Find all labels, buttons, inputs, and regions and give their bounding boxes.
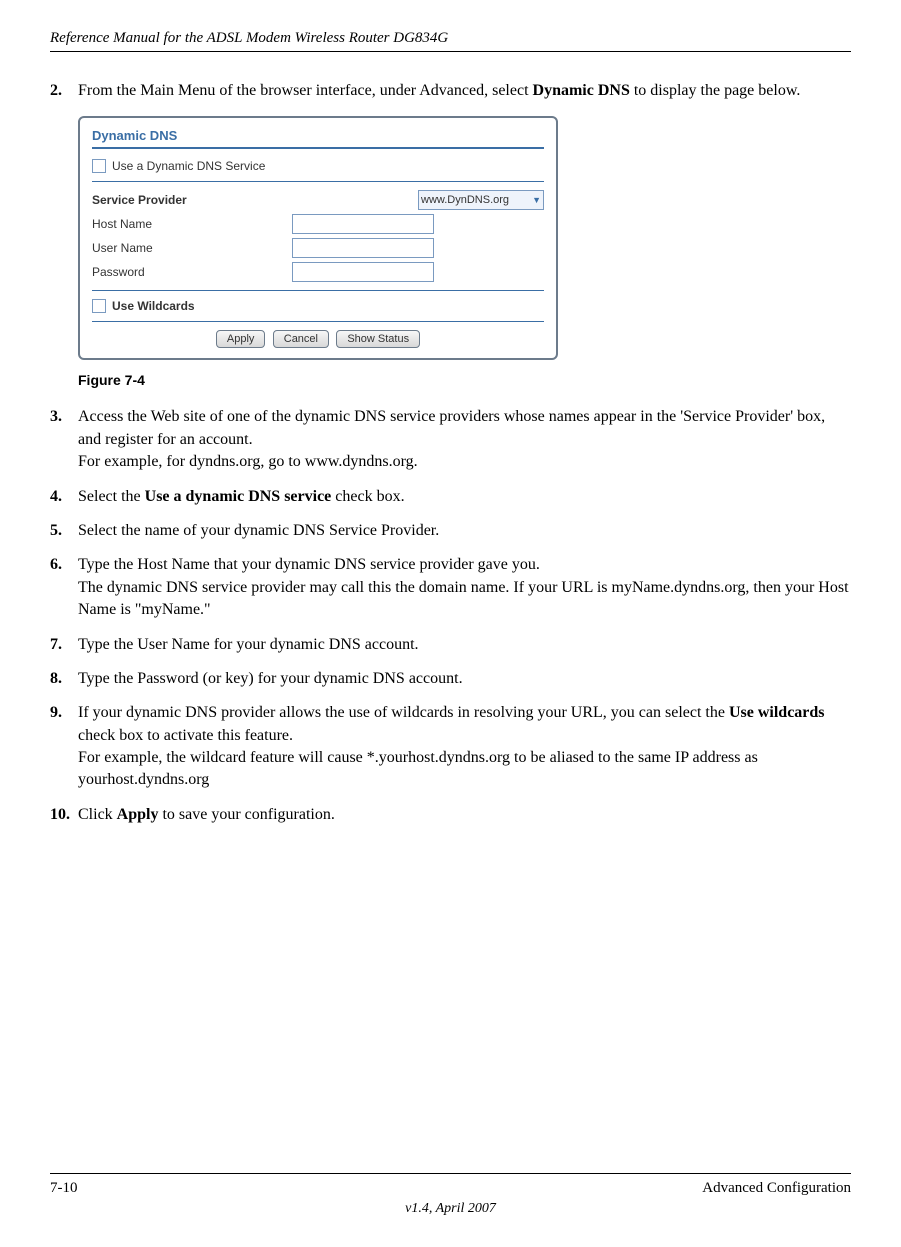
use-dynamic-dns-label: Use a Dynamic DNS Service — [112, 159, 265, 173]
step-8: 8. Type the Password (or key) for your d… — [50, 668, 851, 690]
button-row: Apply Cancel Show Status — [92, 330, 544, 348]
panel-divider — [92, 147, 544, 149]
host-name-row: Host Name — [92, 212, 544, 236]
use-dynamic-dns-row: Use a Dynamic DNS Service — [92, 157, 544, 175]
step-bold: Apply — [117, 806, 159, 823]
step-text-after: to display the page below. — [630, 82, 800, 99]
step-bold: Dynamic DNS — [533, 82, 630, 99]
step-3: 3. Access the Web site of one of the dyn… — [50, 406, 851, 473]
step-5: 5. Select the name of your dynamic DNS S… — [50, 520, 851, 542]
use-wildcards-row: Use Wildcards — [92, 297, 544, 315]
step-line: Type the Host Name that your dynamic DNS… — [78, 556, 540, 573]
password-input[interactable] — [292, 262, 434, 282]
panel-divider — [92, 290, 544, 291]
step-number: 9. — [50, 702, 78, 792]
user-name-label: User Name — [92, 241, 292, 255]
panel-divider — [92, 181, 544, 182]
apply-button[interactable]: Apply — [216, 330, 266, 348]
step-body: Type the Password (or key) for your dyna… — [78, 668, 851, 690]
step-4: 4. Select the Use a dynamic DNS service … — [50, 486, 851, 508]
user-name-input[interactable] — [292, 238, 434, 258]
step-body: From the Main Menu of the browser interf… — [78, 80, 851, 102]
step-body: Select the name of your dynamic DNS Serv… — [78, 520, 851, 542]
service-provider-value: www.DynDNS.org — [421, 194, 509, 206]
step-9: 9. If your dynamic DNS provider allows t… — [50, 702, 851, 792]
step-number: 3. — [50, 406, 78, 473]
chevron-down-icon: ▼ — [532, 195, 541, 205]
page-footer: 7-10 Advanced Configuration v1.4, April … — [50, 1173, 851, 1217]
panel-title: Dynamic DNS — [92, 128, 544, 143]
step-number: 8. — [50, 668, 78, 690]
step-post: check box to activate this feature. — [78, 727, 293, 744]
step-number: 7. — [50, 634, 78, 656]
step-body: Click Apply to save your configuration. — [78, 804, 851, 826]
password-row: Password — [92, 260, 544, 284]
step-body: Select the Use a dynamic DNS service che… — [78, 486, 851, 508]
step-text-before: From the Main Menu of the browser interf… — [78, 82, 533, 99]
dynamic-dns-panel: Dynamic DNS Use a Dynamic DNS Service Se… — [78, 116, 558, 360]
figure-7-4: Dynamic DNS Use a Dynamic DNS Service Se… — [78, 116, 851, 360]
show-status-button[interactable]: Show Status — [336, 330, 420, 348]
step-pre: Select the — [78, 488, 145, 505]
step-number: 10. — [50, 804, 78, 826]
step-pre: Click — [78, 806, 117, 823]
service-provider-label: Service Provider — [92, 193, 292, 207]
step-body: Type the User Name for your dynamic DNS … — [78, 634, 851, 656]
step-7: 7. Type the User Name for your dynamic D… — [50, 634, 851, 656]
step-post: to save your configuration. — [158, 806, 334, 823]
use-wildcards-label: Use Wildcards — [112, 299, 195, 313]
service-provider-row: Service Provider www.DynDNS.org ▼ — [92, 188, 544, 212]
step-number: 2. — [50, 80, 78, 102]
footer-section: Advanced Configuration — [702, 1180, 851, 1197]
step-10: 10. Click Apply to save your configurati… — [50, 804, 851, 826]
footer-rule — [50, 1173, 851, 1174]
use-wildcards-checkbox[interactable] — [92, 299, 106, 313]
password-label: Password — [92, 265, 292, 279]
step-body: If your dynamic DNS provider allows the … — [78, 702, 851, 792]
footer-page-number: 7-10 — [50, 1180, 78, 1197]
step-number: 4. — [50, 486, 78, 508]
service-provider-select[interactable]: www.DynDNS.org ▼ — [418, 190, 544, 210]
step-2: 2. From the Main Menu of the browser int… — [50, 80, 851, 102]
cancel-button[interactable]: Cancel — [273, 330, 329, 348]
host-name-input[interactable] — [292, 214, 434, 234]
step-body: Type the Host Name that your dynamic DNS… — [78, 554, 851, 621]
header-rule — [50, 51, 851, 52]
step-line: For example, for dyndns.org, go to www.d… — [78, 453, 418, 470]
panel-divider — [92, 321, 544, 322]
step-number: 6. — [50, 554, 78, 621]
step-bold: Use wildcards — [729, 704, 825, 721]
figure-caption: Figure 7-4 — [78, 372, 851, 388]
host-name-label: Host Name — [92, 217, 292, 231]
step-6: 6. Type the Host Name that your dynamic … — [50, 554, 851, 621]
step-post: check box. — [331, 488, 404, 505]
running-header: Reference Manual for the ADSL Modem Wire… — [50, 30, 851, 47]
use-dynamic-dns-checkbox[interactable] — [92, 159, 106, 173]
step-body: Access the Web site of one of the dynami… — [78, 406, 851, 473]
footer-version: v1.4, April 2007 — [50, 1201, 851, 1217]
step-line: The dynamic DNS service provider may cal… — [78, 579, 849, 618]
user-name-row: User Name — [92, 236, 544, 260]
step-number: 5. — [50, 520, 78, 542]
step-bold: Use a dynamic DNS service — [145, 488, 332, 505]
step-extra: For example, the wildcard feature will c… — [78, 749, 758, 788]
step-pre: If your dynamic DNS provider allows the … — [78, 704, 729, 721]
step-line: Access the Web site of one of the dynami… — [78, 408, 825, 447]
